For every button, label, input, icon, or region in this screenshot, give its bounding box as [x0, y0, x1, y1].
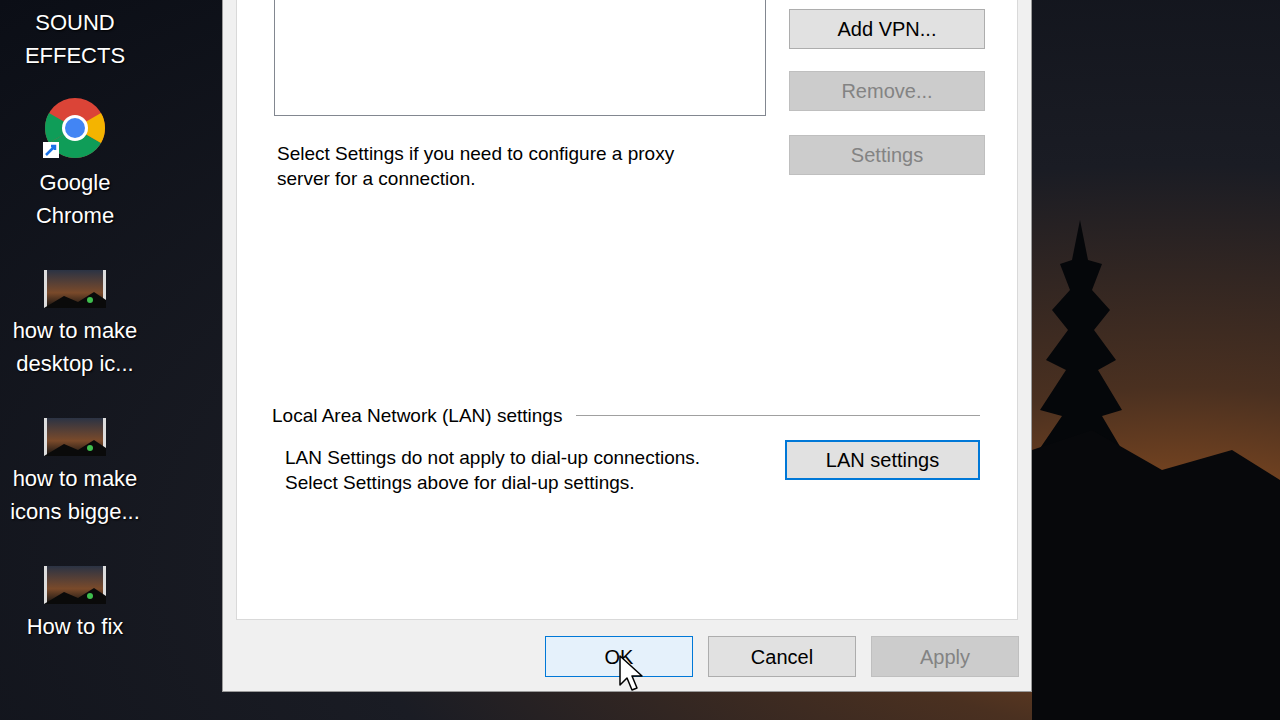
video-thumbnail-icon — [44, 418, 106, 456]
connections-panel: Select Settings if you need to configure… — [236, 0, 1018, 620]
desktop-icon-label: SOUND EFFECTS — [5, 6, 145, 72]
video-thumbnail-icon — [44, 270, 106, 308]
desktop-icon[interactable]: How to fix — [0, 566, 150, 643]
connection-button[interactable]: Settings — [789, 135, 985, 175]
footer-button[interactable]: Cancel — [708, 636, 856, 677]
footer-button[interactable]: OK — [545, 636, 693, 677]
connection-button[interactable]: Remove... — [789, 71, 985, 111]
desktop: SOUND EFFECTS Google Chrome how to make de… — [0, 0, 1280, 720]
desktop-icon[interactable]: how to make icons bigge... — [0, 418, 150, 528]
proxy-hint: Select Settings if you need to configure… — [277, 141, 766, 191]
desktop-icon-label: how to make desktop ic... — [5, 314, 145, 380]
desktop-icon[interactable]: SOUND EFFECTS — [0, 0, 150, 72]
connections-list[interactable] — [274, 0, 766, 116]
desktop-icon-label: how to make icons bigge... — [5, 462, 145, 528]
desktop-icon-label: Google Chrome — [5, 166, 145, 232]
mouse-cursor-icon — [619, 655, 645, 693]
desktop-icon-label: How to fix — [5, 610, 145, 643]
chrome-icon — [43, 96, 107, 160]
desktop-icons: SOUND EFFECTS Google Chrome how to make de… — [0, 0, 150, 643]
video-thumbnail-icon — [44, 566, 106, 604]
lan-settings-button[interactable]: LAN settings — [785, 440, 980, 480]
desktop-icon[interactable]: Google Chrome — [0, 96, 150, 232]
desktop-icon[interactable]: how to make desktop ic... — [0, 270, 150, 380]
lan-hint: LAN Settings do not apply to dial-up con… — [285, 445, 700, 495]
internet-properties-dialog: Select Settings if you need to configure… — [222, 0, 1032, 692]
landscape-silhouette-icon — [1032, 220, 1280, 720]
connection-button[interactable]: Add VPN... — [789, 9, 985, 49]
footer-button[interactable]: Apply — [871, 636, 1019, 677]
lan-heading: Local Area Network (LAN) settings — [272, 403, 562, 428]
separator-line — [576, 415, 980, 416]
